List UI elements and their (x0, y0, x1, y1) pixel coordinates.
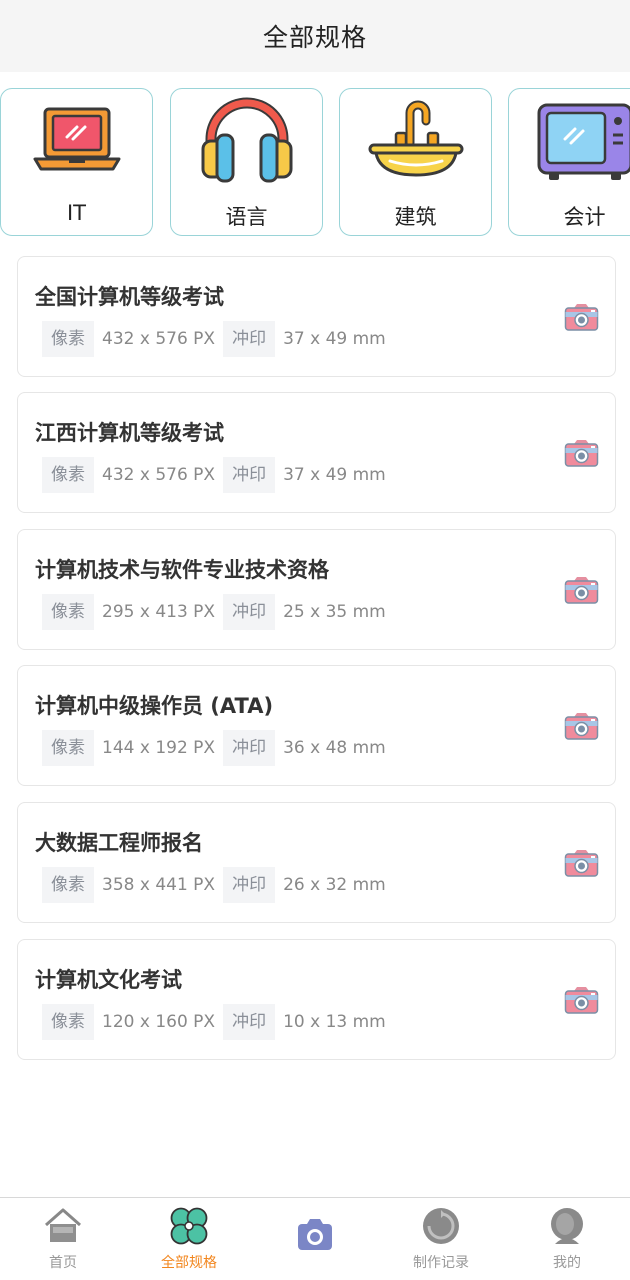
sink-icon (368, 100, 464, 177)
print-size: 37 x 49 mm (283, 329, 386, 349)
spec-card[interactable]: 计算机技术与软件专业技术资格 像素 295 x 413 PX 冲印 25 x 3… (17, 529, 616, 650)
pixel-tag: 像素 (42, 730, 94, 766)
camera-icon[interactable] (564, 984, 599, 1015)
pixel-tag: 像素 (42, 321, 94, 357)
spec-card[interactable]: 江西计算机等级考试 像素 432 x 576 PX 冲印 37 x 49 mm (17, 392, 616, 513)
category-label: 建筑 (394, 205, 437, 229)
spec-details: 像素 432 x 576 PX 冲印 37 x 49 mm (42, 457, 394, 493)
camera-icon[interactable] (564, 301, 599, 332)
print-tag: 冲印 (223, 457, 276, 493)
pixel-size: 295 x 413 PX (102, 602, 216, 622)
spec-card[interactable]: 计算机中级操作员 (ATA) 像素 144 x 192 PX 冲印 36 x 4… (17, 665, 616, 786)
camera-icon[interactable] (564, 437, 599, 468)
tab-label: 我的 (553, 1255, 581, 1271)
page-header: 全部规格 (0, 0, 630, 72)
page-title: 全部规格 (262, 23, 367, 52)
category-it[interactable]: IT (0, 88, 153, 236)
print-size: 26 x 32 mm (283, 875, 386, 895)
print-tag: 冲印 (223, 730, 276, 766)
camera-icon (298, 1219, 332, 1250)
pixel-tag: 像素 (42, 594, 94, 630)
spec-name: 全国计算机等级考试 (35, 285, 224, 309)
spec-name: 江西计算机等级考试 (35, 421, 224, 445)
bottom-tab-bar: 首页 全部规格 制作记录 我的 (0, 1197, 630, 1280)
tab-label: 制作记录 (413, 1255, 469, 1271)
spec-card[interactable]: 大数据工程师报名 像素 358 x 441 PX 冲印 26 x 32 mm (17, 802, 616, 923)
print-size: 10 x 13 mm (283, 1012, 386, 1032)
spec-name: 计算机文化考试 (35, 968, 182, 992)
pixel-size: 358 x 441 PX (102, 875, 216, 895)
spec-name: 计算机技术与软件专业技术资格 (35, 558, 329, 582)
history-icon (423, 1208, 459, 1244)
tab-mine[interactable]: 我的 (504, 1198, 630, 1280)
spec-name: 大数据工程师报名 (35, 831, 203, 855)
print-size: 25 x 35 mm (283, 602, 386, 622)
spec-card[interactable]: 计算机文化考试 像素 120 x 160 PX 冲印 10 x 13 mm (17, 939, 616, 1060)
print-tag: 冲印 (223, 321, 276, 357)
print-size: 37 x 49 mm (283, 465, 386, 485)
print-tag: 冲印 (223, 867, 276, 903)
print-size: 36 x 48 mm (283, 738, 386, 758)
user-icon (551, 1208, 583, 1244)
pixel-tag: 像素 (42, 1004, 94, 1040)
tab-label: 全部规格 (161, 1255, 217, 1271)
home-icon (45, 1208, 81, 1242)
category-label: 会计 (563, 205, 606, 229)
tv-icon (537, 103, 630, 180)
camera-icon[interactable] (564, 574, 599, 605)
category-architecture[interactable]: 建筑 (339, 88, 492, 236)
spec-card[interactable]: 全国计算机等级考试 像素 432 x 576 PX 冲印 37 x 49 mm (17, 256, 616, 377)
spec-name: 计算机中级操作员 (ATA) (35, 694, 274, 718)
pixel-tag: 像素 (42, 867, 94, 903)
category-label: 语言 (225, 205, 268, 229)
camera-icon[interactable] (564, 710, 599, 741)
spec-details: 像素 295 x 413 PX 冲印 25 x 35 mm (42, 594, 394, 630)
spec-details: 像素 120 x 160 PX 冲印 10 x 13 mm (42, 1004, 394, 1040)
spec-details: 像素 432 x 576 PX 冲印 37 x 49 mm (42, 321, 394, 357)
category-accounting[interactable]: 会计 (508, 88, 630, 236)
category-label: IT (66, 201, 87, 225)
tab-camera[interactable] (252, 1198, 378, 1280)
category-language[interactable]: 语言 (170, 88, 323, 236)
tab-home[interactable]: 首页 (0, 1198, 126, 1280)
spec-details: 像素 358 x 441 PX 冲印 26 x 32 mm (42, 867, 394, 903)
print-tag: 冲印 (223, 1004, 276, 1040)
headphones-icon (201, 97, 293, 183)
spec-details: 像素 144 x 192 PX 冲印 36 x 48 mm (42, 730, 394, 766)
pixel-size: 432 x 576 PX (102, 465, 216, 485)
pixel-size: 432 x 576 PX (102, 329, 216, 349)
tab-all-specs[interactable]: 全部规格 (126, 1198, 252, 1280)
laptop-icon (33, 107, 121, 171)
tab-history[interactable]: 制作记录 (378, 1198, 504, 1280)
tab-label: 首页 (49, 1255, 77, 1271)
print-tag: 冲印 (223, 594, 276, 630)
pixel-size: 120 x 160 PX (102, 1012, 216, 1032)
category-strip[interactable]: IT 语言 建筑 会计 (0, 88, 630, 238)
camera-icon[interactable] (564, 847, 599, 878)
pixel-size: 144 x 192 PX (102, 738, 216, 758)
clover-icon (170, 1207, 208, 1245)
pixel-tag: 像素 (42, 457, 94, 493)
